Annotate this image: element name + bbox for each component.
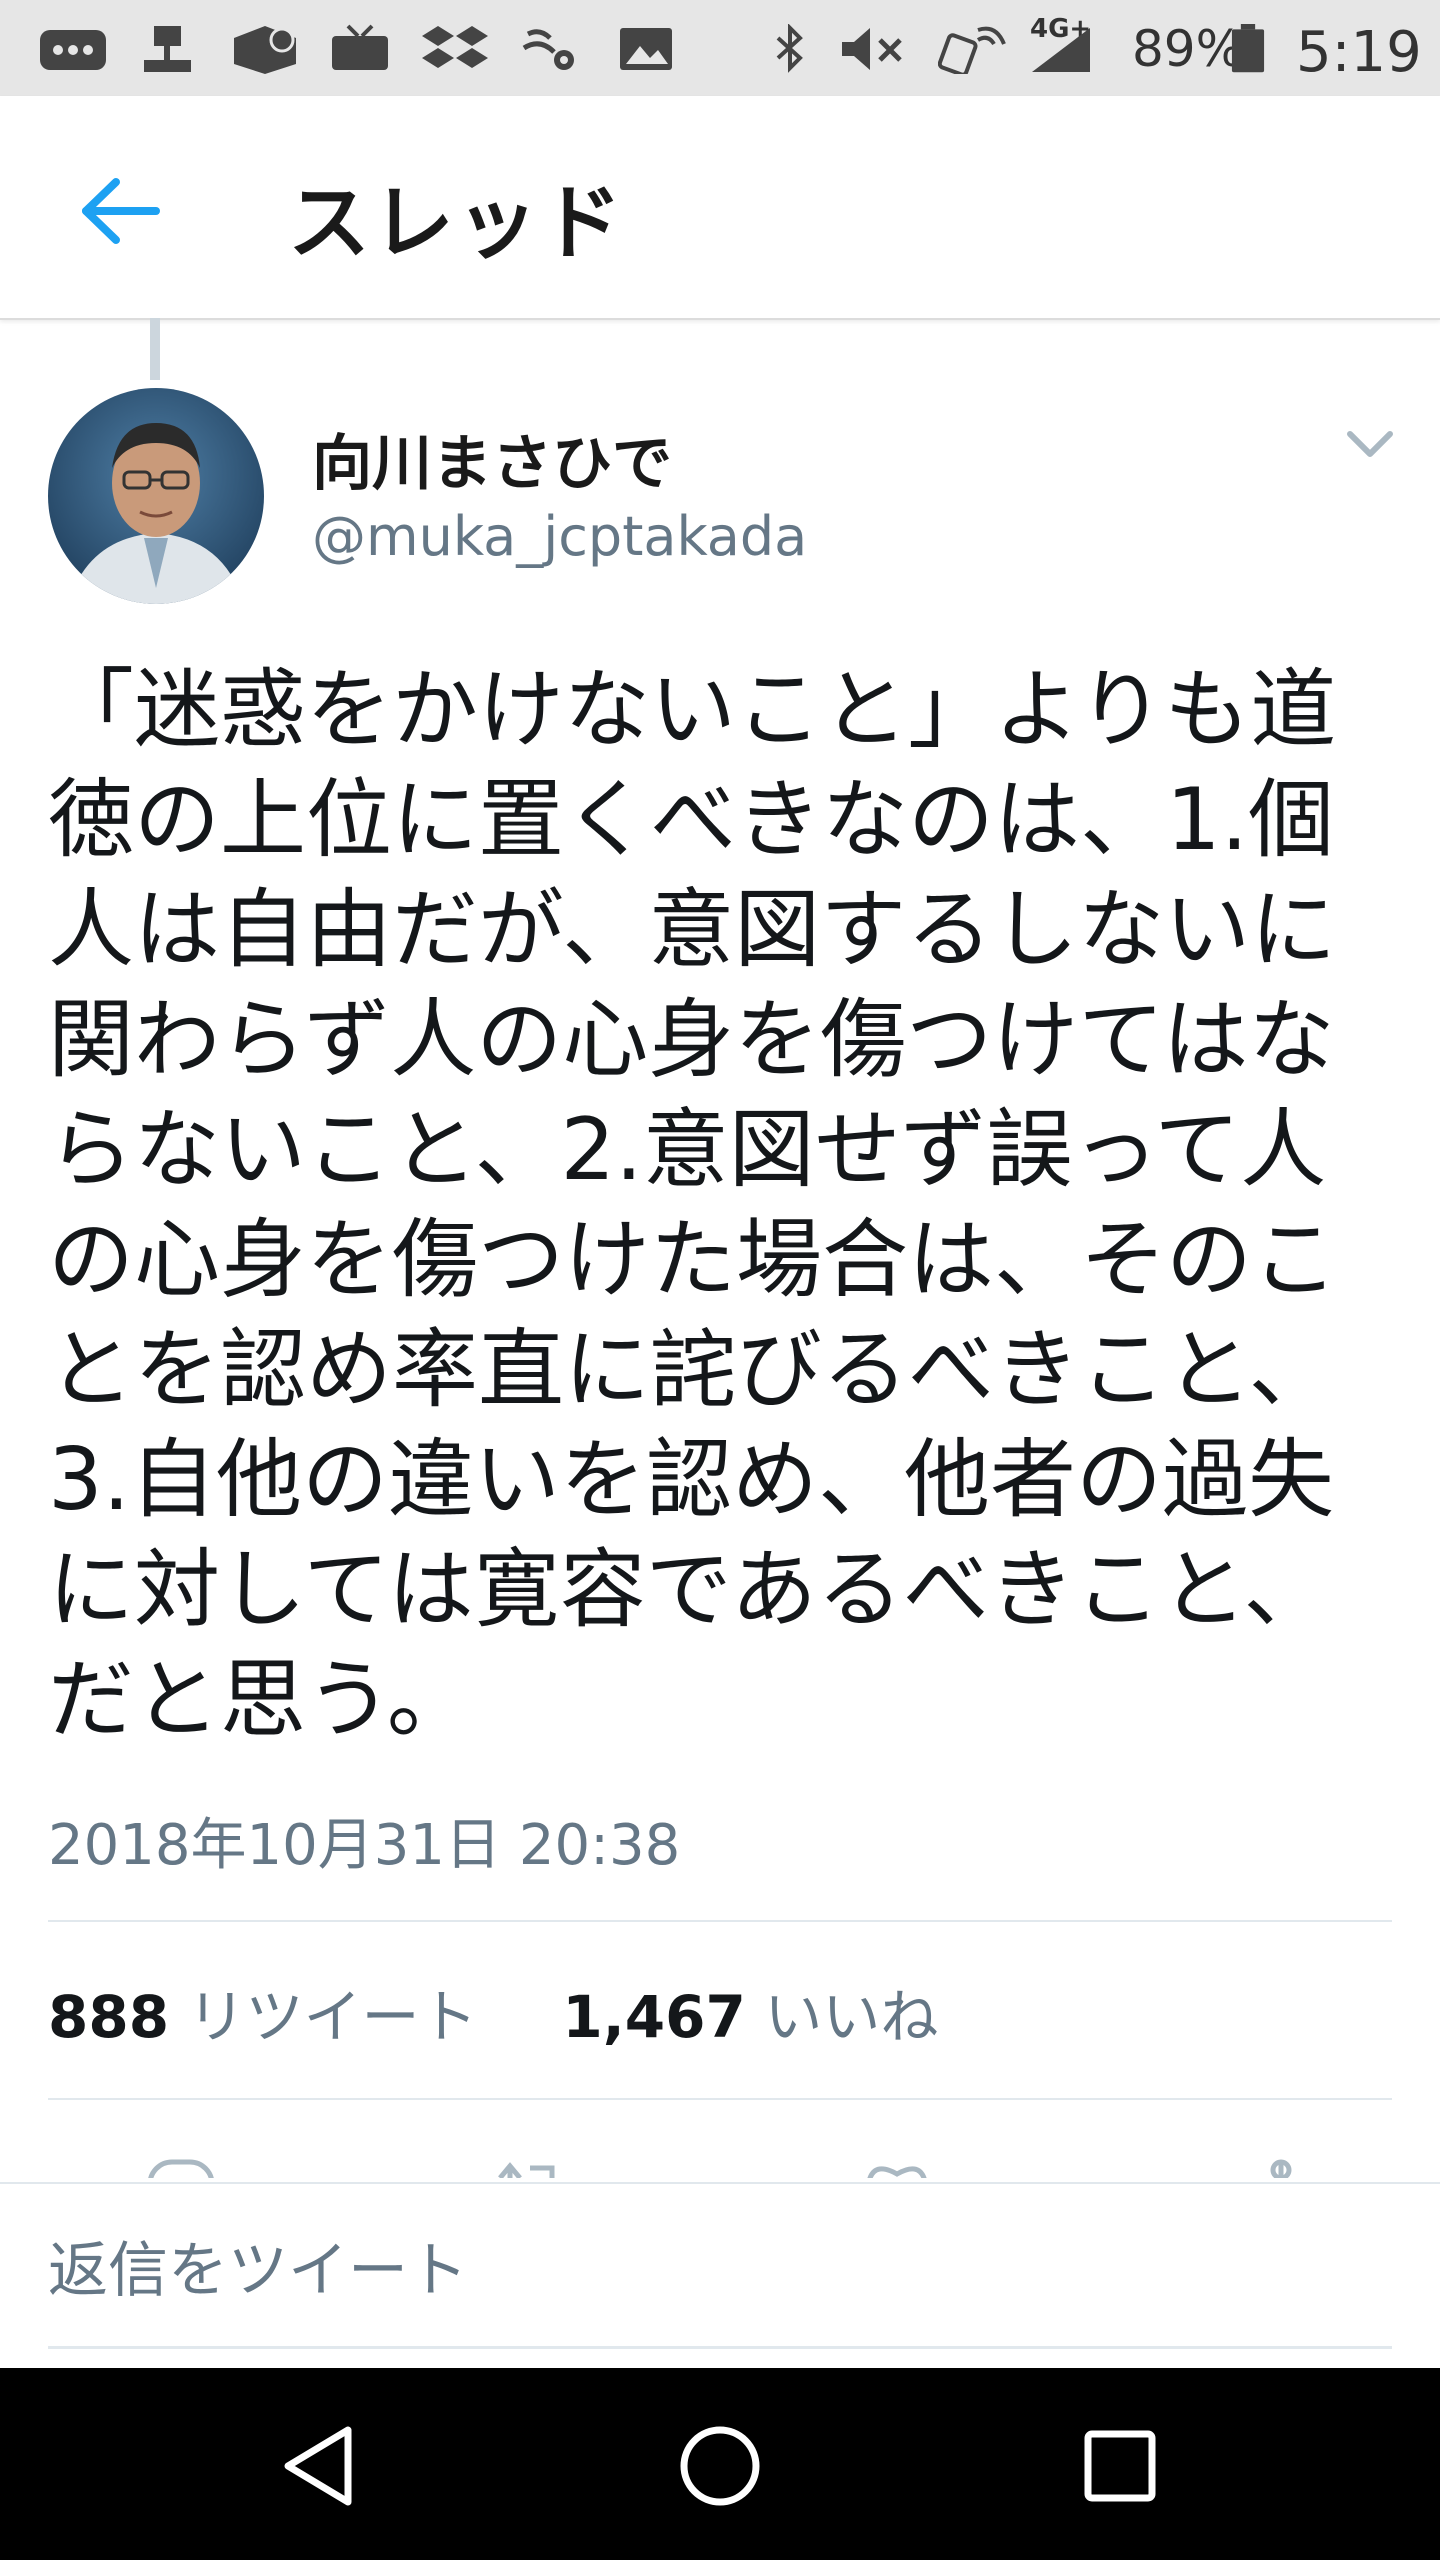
chat-icon — [40, 30, 106, 70]
signal-icon — [1032, 28, 1090, 72]
like-icon[interactable] — [862, 2158, 932, 2178]
thread-connector — [150, 318, 160, 380]
avatar-image — [48, 388, 264, 604]
divider — [48, 1920, 1392, 1922]
retweet-label[interactable]: リツイート — [188, 1983, 478, 2051]
mute-icon — [842, 28, 902, 70]
gallery-icon — [620, 28, 672, 70]
like-label[interactable]: いいね — [764, 1983, 938, 2051]
retweet-count[interactable]: 888 — [48, 1983, 169, 2051]
back-button[interactable] — [70, 166, 170, 256]
avatar[interactable] — [48, 388, 264, 604]
share-icon[interactable] — [1246, 2158, 1316, 2178]
tweet-text: 「迷惑をかけないこと」よりも道徳の上位に置くべきなのは、1.個人は自由だが、意図… — [48, 660, 1338, 1750]
triangle-back-icon[interactable] — [270, 2416, 370, 2516]
battery-icon — [1231, 24, 1265, 73]
reply-icon[interactable] — [146, 2158, 216, 2178]
status-bar: 4G+ 89% 5:19 — [0, 0, 1440, 96]
tv-icon — [332, 24, 388, 70]
author-name[interactable]: 向川まさひで — [312, 415, 672, 502]
reply-input[interactable]: 返信をツイート — [48, 2196, 1392, 2349]
retweet-icon[interactable] — [496, 2158, 566, 2178]
nfc-icon — [938, 26, 1006, 74]
clock: 5:19 — [1296, 20, 1422, 85]
square-recents-icon[interactable] — [1070, 2416, 1170, 2516]
tweet-timestamp[interactable]: 2018年10月31日 20:38 — [48, 1800, 680, 1881]
app-icon — [234, 26, 296, 74]
tweet-actions — [0, 2150, 1440, 2178]
tweet-stats: 888 リツイート 1,467 いいね — [48, 1970, 938, 2054]
like-count[interactable]: 1,467 — [562, 1983, 745, 2051]
chevron-down-icon[interactable] — [1340, 420, 1400, 470]
arrow-left-icon — [82, 178, 160, 244]
divider — [48, 2098, 1392, 2100]
app-bar: スレッド — [0, 96, 1440, 320]
dropbox-icon — [422, 26, 488, 68]
bluetooth-icon — [776, 24, 803, 73]
circle-home-icon[interactable] — [670, 2416, 770, 2516]
settings-icon — [522, 29, 574, 70]
page-title: スレッド — [288, 176, 625, 271]
navigation-bar — [0, 2368, 1440, 2560]
notification-icon — [144, 26, 191, 72]
author-handle[interactable]: @muka_jcptakada — [312, 505, 807, 568]
battery-percent: 89% — [1132, 20, 1244, 78]
